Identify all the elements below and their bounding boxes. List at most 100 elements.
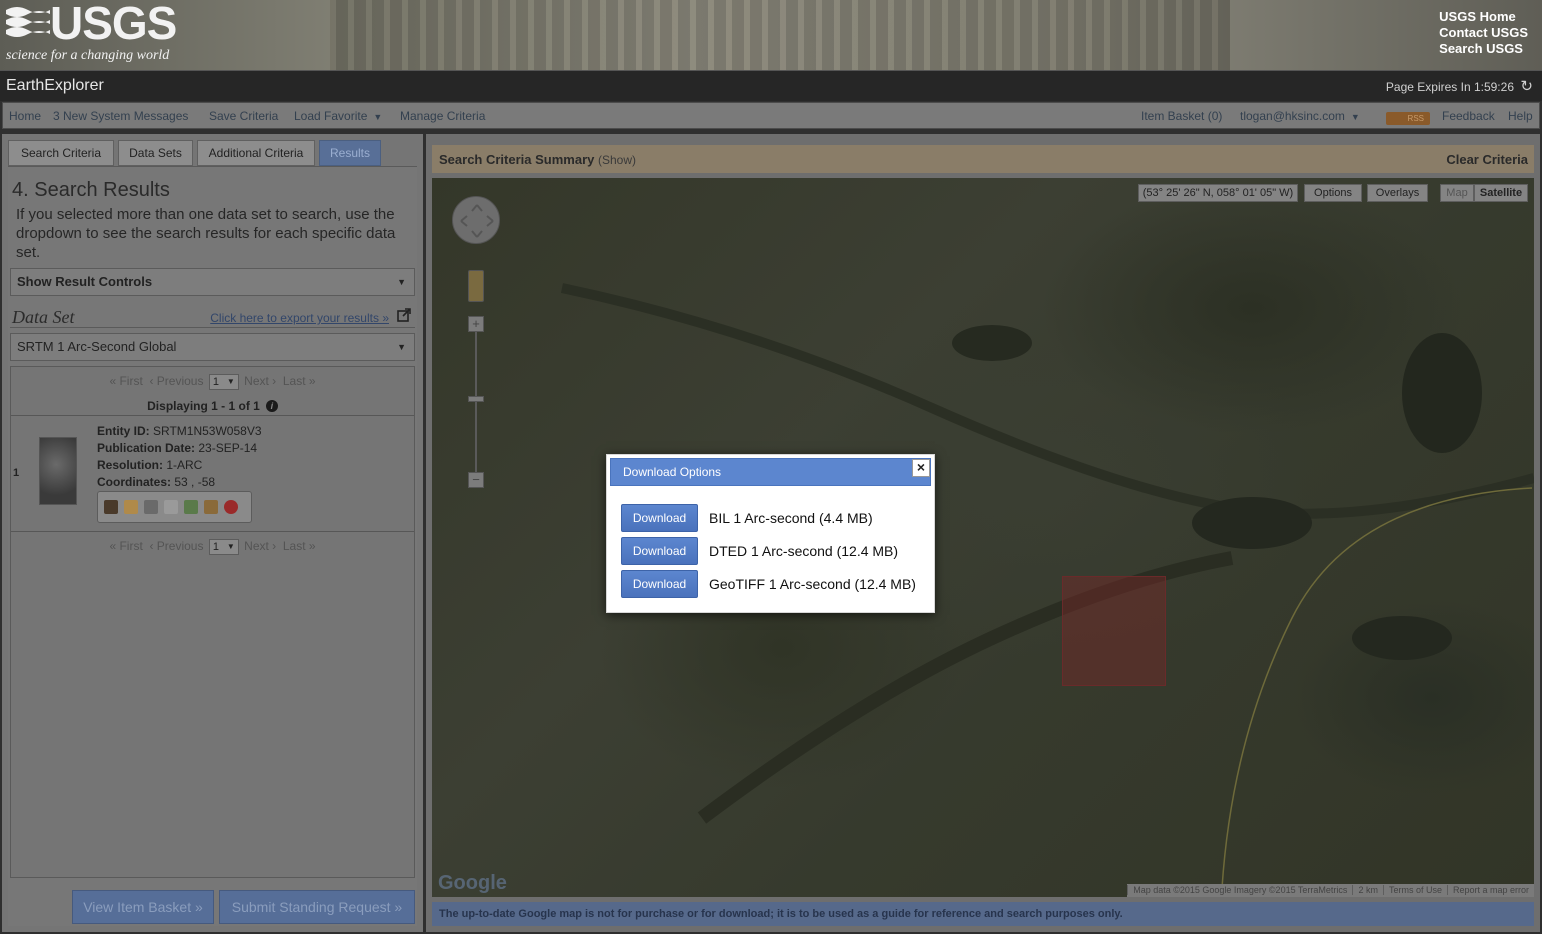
zoom-out-button[interactable]: − [468, 472, 484, 488]
nav-save-criteria[interactable]: Save Criteria [209, 109, 278, 123]
download-bil-button[interactable]: Download [621, 504, 698, 532]
show-result-controls-label: Show Result Controls [17, 274, 153, 289]
result-footprint[interactable] [1062, 576, 1166, 686]
divider [10, 327, 415, 328]
map-type-satellite-button[interactable]: Satellite [1474, 184, 1528, 202]
resolution-label: Resolution: [97, 458, 163, 472]
usgs-home-link[interactable]: USGS Home [1439, 9, 1528, 25]
nav-help[interactable]: Help [1508, 109, 1533, 123]
map-overlays-button[interactable]: Overlays [1367, 184, 1428, 202]
footprint-icon[interactable] [104, 500, 118, 514]
metadata-icon[interactable] [164, 500, 178, 514]
logo-wordmark: USGS [50, 0, 177, 49]
download-options-dialog: Download Options × Download BIL 1 Arc-se… [606, 454, 935, 613]
pager-bottom: « First ‹ Previous 1 ▼ Next › Last » [11, 539, 414, 555]
chevron-down-icon: ▼ [397, 342, 406, 352]
summary-title: Search Criteria Summary (Show) [439, 152, 636, 167]
map-disclaimer: The up-to-date Google map is not for pur… [432, 902, 1534, 926]
map-options-button[interactable]: Options [1304, 184, 1362, 202]
results-intro: If you selected more than one data set t… [16, 206, 396, 261]
google-logo: Google [438, 872, 507, 894]
view-item-basket-button[interactable]: View Item Basket » [72, 890, 214, 924]
tab-data-sets[interactable]: Data Sets [118, 140, 193, 166]
pager-first[interactable]: « First [109, 539, 142, 553]
clear-criteria-button[interactable]: Clear Criteria [1446, 152, 1528, 167]
pager-last[interactable]: Last » [283, 539, 316, 553]
tab-additional-criteria[interactable]: Additional Criteria [197, 140, 315, 166]
nav-system-messages[interactable]: 3 New System Messages [53, 109, 188, 123]
pager-previous[interactable]: ‹ Previous [149, 374, 203, 388]
rss-icon: RSS [1386, 112, 1430, 125]
dataset-select-value: SRTM 1 Arc-Second Global [17, 339, 177, 354]
entity-value: SRTM1N53W058V3 [153, 424, 262, 438]
result-actions [97, 491, 252, 523]
page-select[interactable]: 1 ▼ [208, 374, 239, 390]
dataset-title: Data Set [12, 307, 75, 327]
divider [11, 415, 414, 416]
pager-first[interactable]: « First [109, 374, 142, 388]
pager-top: « First ‹ Previous 1 ▼ Next › Last » [11, 374, 414, 390]
tab-results[interactable]: Results [319, 140, 381, 166]
page-number: 1 [212, 376, 219, 388]
pubdate-label: Publication Date: [97, 441, 196, 455]
divider [11, 531, 414, 532]
nav-manage-criteria[interactable]: Manage Criteria [400, 109, 485, 123]
entity-label: Entity ID: [97, 424, 150, 438]
terms-of-use-link[interactable]: Terms of Use [1382, 885, 1447, 895]
download-geotiff-button[interactable]: Download [621, 570, 698, 598]
download-option-label: GeoTIFF 1 Arc-second (12.4 MB) [709, 576, 916, 592]
tab-search-criteria[interactable]: Search Criteria [8, 140, 114, 166]
nav-user-menu[interactable]: tlogan@hksinc.com ▼ [1240, 109, 1360, 123]
left-panel: Search Criteria Data Sets Additional Cri… [2, 134, 423, 932]
browse-overlay-icon[interactable] [124, 500, 138, 514]
result-metadata: Entity ID: SRTM1N53W058V3 Publication Da… [97, 423, 262, 491]
nav-item-basket[interactable]: Item Basket (0) [1141, 109, 1222, 123]
search-usgs-link[interactable]: Search USGS [1439, 41, 1528, 57]
map-data-attribution: Map data ©2015 Google Imagery ©2015 Terr… [1127, 885, 1353, 895]
close-icon[interactable]: × [912, 459, 930, 477]
show-result-controls[interactable]: Show Result Controls ▼ [10, 268, 415, 296]
pager-last[interactable]: Last » [283, 374, 316, 388]
pager-previous[interactable]: ‹ Previous [149, 539, 203, 553]
zoom-handle[interactable] [468, 396, 484, 402]
bulk-download-icon[interactable] [204, 500, 218, 514]
street-view-pegman-icon[interactable] [468, 270, 484, 302]
download-dted-button[interactable]: Download [621, 537, 698, 565]
external-link-icon[interactable] [397, 308, 411, 322]
info-icon[interactable]: i [265, 400, 278, 412]
pan-arrows-icon [460, 204, 494, 238]
nav-feedback[interactable]: Feedback [1442, 109, 1495, 123]
export-results-link[interactable]: Click here to export your results » [210, 311, 389, 325]
zoom-in-button[interactable]: + [468, 316, 484, 332]
contact-usgs-link[interactable]: Contact USGS [1439, 25, 1528, 41]
displaying-label: Displaying 1 - 1 of 1 [147, 399, 260, 413]
summary-show-link[interactable]: (Show) [598, 153, 636, 167]
nav-load-favorite-label: Load Favorite [294, 109, 368, 123]
download-icon[interactable] [184, 500, 198, 514]
page-select[interactable]: 1 ▼ [208, 539, 239, 555]
result-thumbnail[interactable] [39, 437, 77, 505]
map-scale[interactable]: 2 km [1352, 885, 1383, 895]
map-area: Search Criteria Summary (Show) Clear Cri… [426, 134, 1540, 932]
report-error-link[interactable]: Report a map error [1446, 885, 1534, 895]
nav-load-favorite[interactable]: Load Favorite ▼ [294, 109, 382, 123]
pubdate-value: 23-SEP-14 [198, 441, 258, 455]
displaying-count: Displaying 1 - 1 of 1 i [11, 399, 414, 413]
pager-next[interactable]: Next › [244, 539, 276, 553]
map-type-map-button[interactable]: Map [1440, 184, 1474, 202]
logo-tagline: science for a changing world [6, 48, 170, 63]
chevron-down-icon: ▼ [373, 112, 383, 122]
nav-home[interactable]: Home [9, 109, 41, 123]
rss-link[interactable]: RSS [1386, 110, 1430, 125]
pager-next[interactable]: Next › [244, 374, 276, 388]
page-number: 1 [212, 541, 219, 553]
google-map[interactable]: (53° 25' 26" N, 058° 01' 05" W) Options … [432, 178, 1534, 897]
usgs-logo[interactable]: USGS science for a changing world [6, 0, 186, 64]
pan-control[interactable] [452, 196, 500, 244]
refresh-icon[interactable]: ↻ [1520, 77, 1533, 95]
compare-icon[interactable] [144, 500, 158, 514]
dataset-select[interactable]: SRTM 1 Arc-Second Global ▼ [10, 333, 415, 361]
dialog-header: Download Options [610, 458, 931, 486]
exclude-icon[interactable] [224, 500, 238, 514]
submit-standing-request-button[interactable]: Submit Standing Request » [219, 890, 415, 924]
